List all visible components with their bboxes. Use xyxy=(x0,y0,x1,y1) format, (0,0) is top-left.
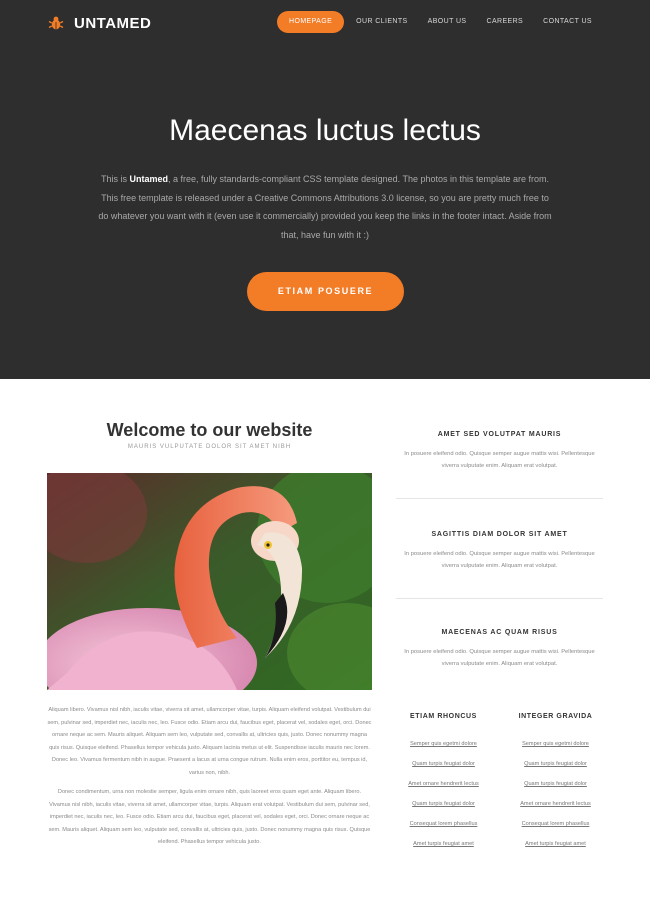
sidebar-block-text: In posuere eleifend odio. Quisque semper… xyxy=(404,649,595,667)
sidebar-block-text: In posuere eleifend odio. Quisque semper… xyxy=(404,451,595,469)
flamingo-photo xyxy=(47,473,372,690)
sidebar-link[interactable]: Consequat lorem phasellus xyxy=(396,814,491,834)
sidebar-link[interactable]: Quam turpis feugiat dolor xyxy=(396,794,491,814)
hero-intro-text: This is Untamed, a free, fully standards… xyxy=(95,170,555,244)
link-column-title: ETIAM RHONCUS xyxy=(410,713,477,720)
brand-name: UNTAMED xyxy=(74,14,152,32)
sidebar-block-title: AMET SED VOLUTPAT MAURIS xyxy=(437,431,562,438)
etiam-posuere-button[interactable]: ETIAM POSUERE xyxy=(247,272,404,311)
hero-text-brand: Untamed xyxy=(129,174,168,184)
divider xyxy=(396,498,603,499)
sidebar-block: SAGITTIS DIAM DOLOR SIT AMET In posuere … xyxy=(396,531,603,572)
main-nav: HOMEPAGE OUR CLIENTS ABOUT US CAREERS CO… xyxy=(277,11,602,33)
sidebar-link[interactable]: Amet ornare hendrerit lectus xyxy=(508,794,603,814)
nav-about-us[interactable]: ABOUT US xyxy=(418,11,477,33)
link-column-integer-gravida: INTEGER GRAVIDA Semper quis egetmi dolor… xyxy=(508,713,603,854)
sidebar-block-title: SAGITTIS DIAM DOLOR SIT AMET xyxy=(431,531,568,538)
welcome-paragraph-2: Donec condimentum, urna non molestie sem… xyxy=(48,789,371,845)
hero-text-lead: This is xyxy=(100,174,130,184)
sidebar-link[interactable]: Amet ornare hendrerit lectus xyxy=(396,774,491,794)
sidebar-block: AMET SED VOLUTPAT MAURIS In posuere elei… xyxy=(396,431,603,472)
sidebar-link[interactable]: Semper quis egetmi dolore xyxy=(396,734,491,754)
sidebar-link[interactable]: Quam turpis feugiat dolor xyxy=(508,774,603,794)
welcome-paragraph-1: Aliquam libero. Vivamus nisl nibh, iacul… xyxy=(47,707,372,776)
sidebar-block: MAECENAS AC QUAM RISUS In posuere eleife… xyxy=(396,629,603,670)
sidebar-link[interactable]: Quam turpis feugiat dolor xyxy=(396,754,491,774)
nav-contact-us[interactable]: CONTACT US xyxy=(533,11,602,33)
sidebar-block-title: MAECENAS AC QUAM RISUS xyxy=(441,629,558,636)
sidebar-block-text: In posuere eleifend odio. Quisque semper… xyxy=(404,551,595,569)
nav-homepage[interactable]: HOMEPAGE xyxy=(277,11,345,33)
hero-title: Maecenas luctus lectus xyxy=(169,114,481,147)
sidebar-link[interactable]: Amet turpis feugiat amet xyxy=(396,834,491,854)
sidebar-link[interactable]: Consequat lorem phasellus xyxy=(508,814,603,834)
welcome-title: Welcome to our website xyxy=(106,420,313,440)
sidebar-link[interactable]: Quam turpis feugiat dolor xyxy=(508,754,603,774)
welcome-subtitle: MAURIS VULPUTATE DOLOR SIT AMET NIBH xyxy=(127,444,292,450)
hero-section: UNTAMED HOMEPAGE OUR CLIENTS ABOUT US CA… xyxy=(0,0,650,379)
logo[interactable]: UNTAMED xyxy=(48,13,151,33)
link-column-etiam-rhoncus: ETIAM RHONCUS Semper quis egetmi dolore … xyxy=(396,713,491,854)
sidebar-link[interactable]: Semper quis egetmi dolore xyxy=(508,734,603,754)
link-column-title: INTEGER GRAVIDA xyxy=(518,713,593,720)
sidebar-link[interactable]: Amet turpis feugiat amet xyxy=(508,834,603,854)
nav-our-clients[interactable]: OUR CLIENTS xyxy=(346,11,417,33)
nav-careers[interactable]: CAREERS xyxy=(476,11,533,33)
bug-icon xyxy=(48,16,64,30)
divider xyxy=(396,598,603,599)
